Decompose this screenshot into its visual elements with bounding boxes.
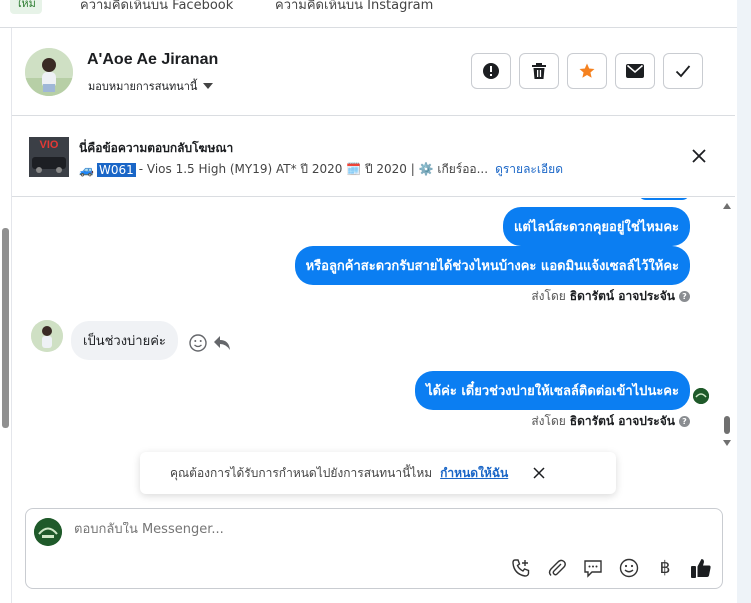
composer-tools: ฿ (510, 557, 712, 579)
header-actions (471, 53, 703, 89)
envelope-icon (626, 64, 644, 78)
emoji-icon (619, 558, 639, 578)
message-bubble-incoming[interactable]: เป็นช่วงบ่ายค่ะ (71, 321, 178, 360)
contact-name[interactable]: A'Aoe Ae Jiranan (87, 51, 218, 69)
assign-label: มอบหมายการสนทนานี้ (88, 80, 198, 93)
sent-by-line: ส่งโดย ธิดารัตน์ อาจประจัน ? (531, 412, 690, 431)
ad-desc-text: - Vios 1.5 High (MY19) AT* ปี 2020 🗓️ ปี… (138, 162, 489, 176)
message-bubble-outgoing[interactable]: แต่ไลน์สะดวกคุยอยู่ใช่ไหมคะ (502, 207, 690, 246)
conversation-header: A'Aoe Ae Jiranan มอบหมายการสนทนานี้ (12, 28, 735, 116)
payment-button[interactable]: ฿ (654, 557, 676, 579)
svg-text:VIO: VIO (40, 139, 59, 151)
mark-done-button[interactable] (663, 53, 703, 89)
close-icon (692, 149, 706, 163)
alert-icon (483, 63, 499, 79)
right-panel-edge (737, 0, 751, 603)
sent-by-name: ธิดารัตน์ อาจประจัน (569, 414, 675, 428)
new-badge: ใหม่ (10, 0, 42, 14)
trash-icon (532, 63, 546, 79)
assign-prompt-text: คุณต้องการได้รับการกำหนดไปยังการสนทนานี้… (170, 465, 433, 480)
assign-dropdown[interactable]: มอบหมายการสนทนานี้ (88, 77, 214, 95)
ad-title: นี่คือข้อความตอบกลับโฆษณา (79, 141, 234, 155)
left-panel-edge (0, 28, 12, 603)
scrollbar-thumb[interactable] (724, 416, 730, 434)
help-icon[interactable]: ? (679, 416, 690, 427)
sent-by-prefix: ส่งโดย (531, 289, 566, 303)
ad-description: 🚙 W061 - Vios 1.5 High (MY19) AT* ปี 202… (79, 160, 563, 179)
page-avatar (34, 518, 62, 546)
message-bubble-outgoing-clipped (638, 198, 690, 200)
check-icon (675, 65, 691, 78)
sent-by-name: ธิดารัตน์ อาจประจัน (569, 289, 675, 303)
contact-avatar[interactable] (25, 48, 73, 96)
emoji-react-icon[interactable] (189, 334, 207, 352)
close-icon[interactable] (532, 466, 546, 480)
chevron-down-icon (203, 83, 214, 89)
star-icon (579, 63, 595, 78)
ad-close-button[interactable] (690, 147, 708, 165)
like-button[interactable] (690, 557, 712, 579)
assign-prompt-toast: คุณต้องการได้รับการกำหนดไปยังการสนทนานี้… (140, 452, 616, 494)
scroll-up-arrow-icon[interactable] (723, 203, 731, 209)
top-tabs: ใหม่ ความคิดเห็นบน Facebook ความคิดเห็นบ… (0, 0, 751, 28)
mark-unread-button[interactable] (615, 53, 655, 89)
page-avatar-small (693, 388, 709, 404)
attach-icon (548, 559, 566, 576)
call-add-button[interactable] (510, 557, 532, 579)
ad-code: W061 (96, 162, 136, 177)
tab-instagram-comments[interactable]: ความคิดเห็นบน Instagram (275, 0, 433, 15)
message-thread: แต่ไลน์สะดวกคุยอยู่ใช่ไหมคะ หรือลูกค้าสะ… (12, 198, 723, 452)
message-composer: ฿ (25, 508, 723, 589)
assign-to-me-link[interactable]: กำหนดให้ฉัน (440, 464, 508, 483)
mark-spam-button[interactable] (471, 53, 511, 89)
scroll-down-arrow-icon[interactable] (723, 440, 731, 446)
car-icon: 🚙 (79, 162, 94, 177)
call-add-icon (512, 559, 530, 577)
chat-icon (584, 560, 602, 578)
saved-replies-button[interactable] (582, 557, 604, 579)
emoji-button[interactable] (618, 557, 640, 579)
baht-icon: ฿ (659, 558, 671, 578)
message-actions (189, 334, 231, 352)
ad-thumbnail[interactable]: VIO (29, 137, 69, 177)
message-bubble-outgoing[interactable]: หรือลูกค้าสะดวกรับสายได้ช่วงไหนบ้างคะ แอ… (294, 246, 690, 285)
reply-icon[interactable] (213, 335, 231, 351)
left-scrollbar-thumb[interactable] (2, 228, 9, 428)
tab-facebook-comments[interactable]: ความคิดเห็นบน Facebook (80, 0, 233, 15)
delete-button[interactable] (519, 53, 559, 89)
ad-details-link[interactable]: ดูรายละเอียด (495, 160, 563, 179)
help-icon[interactable]: ? (679, 291, 690, 302)
sent-by-line: ส่งโดย ธิดารัตน์ อาจประจัน ? (531, 287, 690, 306)
thread-scrollbar[interactable] (720, 198, 734, 452)
attach-button[interactable] (546, 557, 568, 579)
ad-reply-bar: VIO นี่คือข้อความตอบกลับโฆษณา 🚙 W061 - V… (12, 117, 735, 197)
star-button[interactable] (567, 53, 607, 89)
sent-by-prefix: ส่งโดย (531, 414, 566, 428)
contact-avatar-small (31, 320, 63, 352)
like-icon (691, 559, 711, 578)
reply-input[interactable] (74, 522, 674, 537)
message-bubble-outgoing[interactable]: ได้ค่ะ เดี๋ยวช่วงบ่ายให้เซลล์ติดต่อเข้าไ… (415, 371, 690, 410)
